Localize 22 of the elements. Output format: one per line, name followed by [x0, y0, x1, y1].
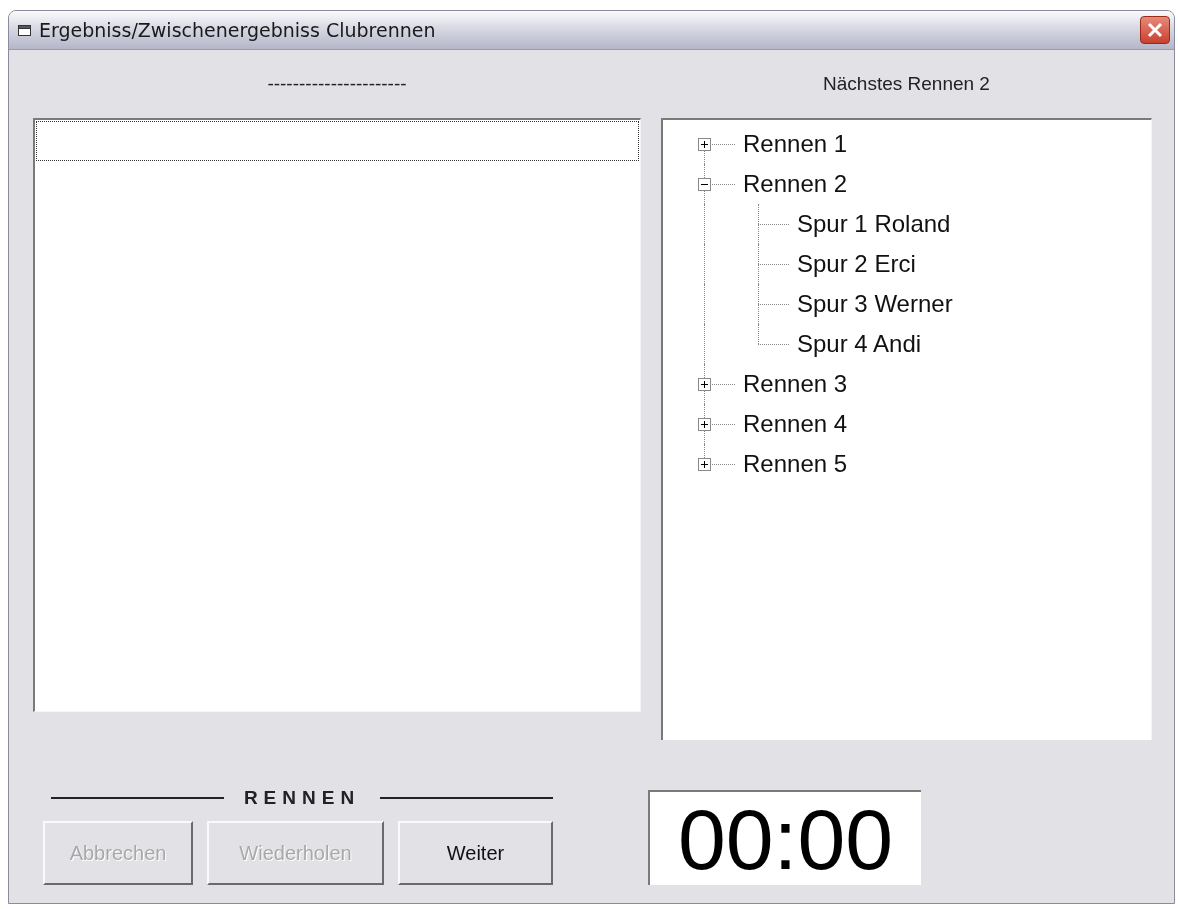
action-button[interactable]: Weiter	[397, 821, 553, 885]
tree-item[interactable]: Rennen 4	[743, 410, 848, 438]
timer-display: 00:00	[648, 790, 921, 885]
tree-item[interactable]: Spur 1 Roland	[797, 210, 951, 238]
close-button[interactable]	[1140, 16, 1170, 44]
list-header: ----------------------	[267, 73, 407, 95]
group-label: RENNEN	[243, 787, 361, 809]
expand-icon[interactable]	[698, 458, 711, 471]
expand-icon[interactable]	[698, 378, 711, 391]
close-icon	[1146, 21, 1164, 39]
tree-item[interactable]: Rennen 5	[743, 450, 848, 478]
collapse-icon[interactable]	[698, 178, 711, 191]
tree-item[interactable]: Rennen 3	[743, 370, 848, 398]
tree-item[interactable]: Spur 3 Werner	[797, 290, 953, 318]
tree-item[interactable]: Rennen 2	[743, 170, 848, 198]
window-title: Ergebniss/Zwischenergebniss Clubrennen	[39, 19, 437, 41]
expand-icon[interactable]	[698, 418, 711, 431]
tree-header: Nächstes Rennen 2	[823, 73, 990, 95]
tree-item[interactable]: Spur 4 Andi	[797, 330, 922, 358]
tree-item[interactable]: Spur 2 Erci	[797, 250, 916, 278]
tree-item[interactable]: Rennen 1	[743, 130, 848, 158]
expand-icon[interactable]	[698, 138, 711, 151]
